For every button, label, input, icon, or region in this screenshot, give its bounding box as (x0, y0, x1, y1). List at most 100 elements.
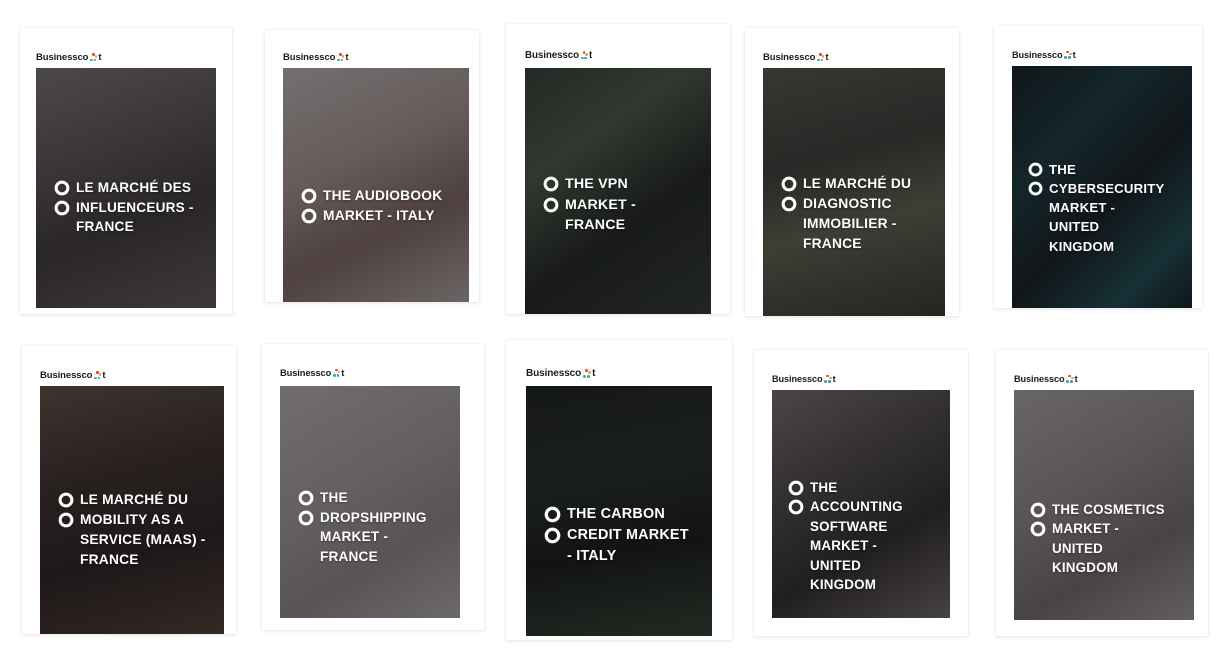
brand-logo-text: Businessco (283, 52, 336, 63)
title-line: UNITED (1049, 219, 1100, 235)
title-marker-group (788, 480, 804, 515)
title-lines: LE MARCHÉ DU MOBILITY AS A SERVICE (MAAS) … (58, 490, 222, 570)
title-line: THE (1049, 162, 1076, 177)
brand-logo-text-tail: t (341, 368, 345, 378)
title-line: UNITED (810, 557, 862, 573)
title-line: DIAGNOSTIC (803, 196, 892, 211)
report-card[interactable]: Businessco t THE CYBERSECURITY MARKET - UNITE… (994, 26, 1202, 308)
title-marker-group (543, 176, 559, 213)
title-lines: THE VPN MARKET - FRANCE (543, 174, 709, 236)
report-cover-image[interactable]: LE MARCHÉ DU MOBILITY AS A SERVICE (MAAS) … (40, 386, 224, 634)
brand-logo-text: Businessco (1014, 374, 1065, 384)
report-card[interactable]: Businessco t THE DROPSHIPPING MARKET - FRANCE (262, 344, 484, 630)
report-card[interactable]: Businessco t THE AUDIOBOOK MARKET - ITALY (265, 30, 479, 302)
title-line: LE MARCHÉ DU (80, 492, 189, 507)
report-title: THE CYBERSECURITY MARKET - UNITED KINGDOM (1028, 160, 1190, 256)
title-line: MARKET - (810, 538, 878, 554)
logo-ring-icon (332, 368, 341, 378)
title-line: UNITED (1052, 540, 1104, 556)
report-card[interactable]: Businessco t THE ACCOUNTING SOFTWARE MARKET -… (754, 350, 968, 636)
brand-logo-text-tail: t (825, 52, 829, 63)
reticle-icon (301, 208, 317, 224)
report-cover-image[interactable]: THE ACCOUNTING SOFTWARE MARKET - UNITED KINGD… (772, 390, 950, 618)
report-card[interactable]: Businessco t LE MARCHÉ DU MOBILITY AS A SERV… (22, 346, 236, 634)
report-card[interactable]: Businessco t THE COSMETICS MARKET - UNITED KI… (996, 350, 1208, 636)
reticle-icon (54, 200, 70, 216)
brand-logo-text-tail: t (102, 370, 106, 381)
title-line: MOBILITY AS A (80, 512, 185, 527)
brand-logo-text-tail: t (98, 52, 102, 63)
report-title: THE VPN MARKET - FRANCE (543, 174, 709, 236)
report-title: THE ACCOUNTING SOFTWARE MARKET - UNITED KINGD… (788, 478, 948, 595)
brand-logo-text: Businessco (36, 52, 89, 63)
reticle-icon (781, 196, 797, 212)
title-marker-group (1030, 502, 1046, 537)
report-title: LE MARCHÉ DES INFLUENCEURS - FRANCE (54, 178, 214, 237)
reticle-icon (1028, 162, 1043, 177)
title-lines: THE ACCOUNTING SOFTWARE MARKET - UNITED KINGD… (788, 478, 948, 595)
brand-logo-text-tail: t (592, 368, 596, 379)
report-cover-image[interactable]: LE MARCHÉ DES INFLUENCEURS - FRANCE (36, 68, 216, 308)
title-line: THE AUDIOBOOK (323, 188, 443, 203)
title-line: MARKET - (1052, 521, 1120, 537)
reticle-icon (54, 180, 70, 196)
report-cover-image[interactable]: THE CARBON CREDIT MARKET - ITALY (526, 386, 712, 636)
title-lines: THE AUDIOBOOK MARKET - ITALY (301, 186, 467, 226)
brand-logo-text: Businessco (40, 370, 93, 381)
title-line: FRANCE (80, 552, 139, 567)
title-line: THE (320, 490, 348, 505)
reticle-icon (544, 506, 561, 523)
title-lines: THE COSMETICS MARKET - UNITED KINGDOM (1030, 500, 1192, 578)
title-line: KINGDOM (810, 577, 877, 593)
title-line: MARKET - ITALY (323, 208, 435, 223)
reticle-icon (1030, 502, 1046, 518)
report-cover-image[interactable]: THE VPN MARKET - FRANCE (525, 68, 711, 314)
title-marker-group (544, 506, 561, 544)
brand-logo-text: Businessco (763, 52, 816, 63)
brand-logo: Businessco t (526, 368, 595, 379)
brand-logo: Businessco t (283, 52, 349, 63)
logo-ring-icon (1063, 50, 1072, 60)
title-line: THE VPN (565, 176, 628, 192)
title-line: KINGDOM (1052, 560, 1119, 576)
title-line: FRANCE (803, 236, 862, 251)
title-marker-group (298, 490, 314, 526)
brand-logo-text: Businessco (525, 50, 579, 61)
logo-ring-icon (823, 374, 832, 384)
brand-logo-text: Businessco (772, 374, 823, 384)
report-cover-image[interactable]: THE DROPSHIPPING MARKET - FRANCE (280, 386, 460, 618)
report-card-grid: Businessco t LE MARCHÉ DES INFLUENCEURS - FR… (0, 0, 1230, 664)
title-lines: LE MARCHÉ DU DIAGNOSTIC IMMOBILIER - FRANCE (781, 174, 943, 254)
reticle-icon (58, 512, 74, 528)
title-line: MARKET - (565, 196, 636, 213)
reticle-icon (298, 490, 314, 506)
brand-logo-text: Businessco (526, 368, 582, 379)
report-cover-image[interactable]: THE AUDIOBOOK MARKET - ITALY (283, 68, 469, 302)
title-line: LE MARCHÉ DU (803, 176, 912, 191)
image-scrim (283, 68, 469, 302)
reticle-icon (781, 176, 797, 192)
report-card[interactable]: Businessco t THE VPN MARKET - FRANCE (506, 24, 730, 314)
report-cover-image[interactable]: THE COSMETICS MARKET - UNITED KINGDOM (1014, 390, 1194, 620)
reticle-icon (1030, 521, 1046, 537)
brand-logo-text: Businessco (1012, 50, 1063, 60)
reticle-icon (58, 492, 74, 508)
report-card[interactable]: Businessco t LE MARCHÉ DU DIAGNOSTIC IMMOBIL… (745, 28, 959, 316)
report-card[interactable]: Businessco t LE MARCHÉ DES INFLUENCEURS - FR… (20, 28, 232, 314)
brand-logo: Businessco t (40, 370, 106, 381)
brand-logo-text-tail: t (1072, 50, 1076, 60)
report-cover-image[interactable]: THE CYBERSECURITY MARKET - UNITED KINGDOM (1012, 66, 1192, 308)
report-title: LE MARCHÉ DU MOBILITY AS A SERVICE (MAAS) … (58, 490, 222, 570)
title-line: THE COSMETICS (1052, 502, 1165, 517)
title-line: FRANCE (320, 549, 378, 565)
title-line: - ITALY (567, 547, 617, 564)
title-line: ACCOUNTING (810, 499, 903, 515)
report-card[interactable]: Businessco t THE CARBON CREDIT MARKET - ITAL… (506, 340, 732, 640)
brand-logo: Businessco t (1012, 50, 1076, 60)
report-title: LE MARCHÉ DU DIAGNOSTIC IMMOBILIER - FRANCE (781, 174, 943, 254)
brand-logo-text-tail: t (589, 50, 593, 61)
title-line: DROPSHIPPING (320, 509, 427, 525)
report-cover-image[interactable]: LE MARCHÉ DU DIAGNOSTIC IMMOBILIER - FRANCE (763, 68, 945, 316)
title-line: THE (810, 480, 838, 495)
title-line: SOFTWARE (810, 518, 888, 534)
